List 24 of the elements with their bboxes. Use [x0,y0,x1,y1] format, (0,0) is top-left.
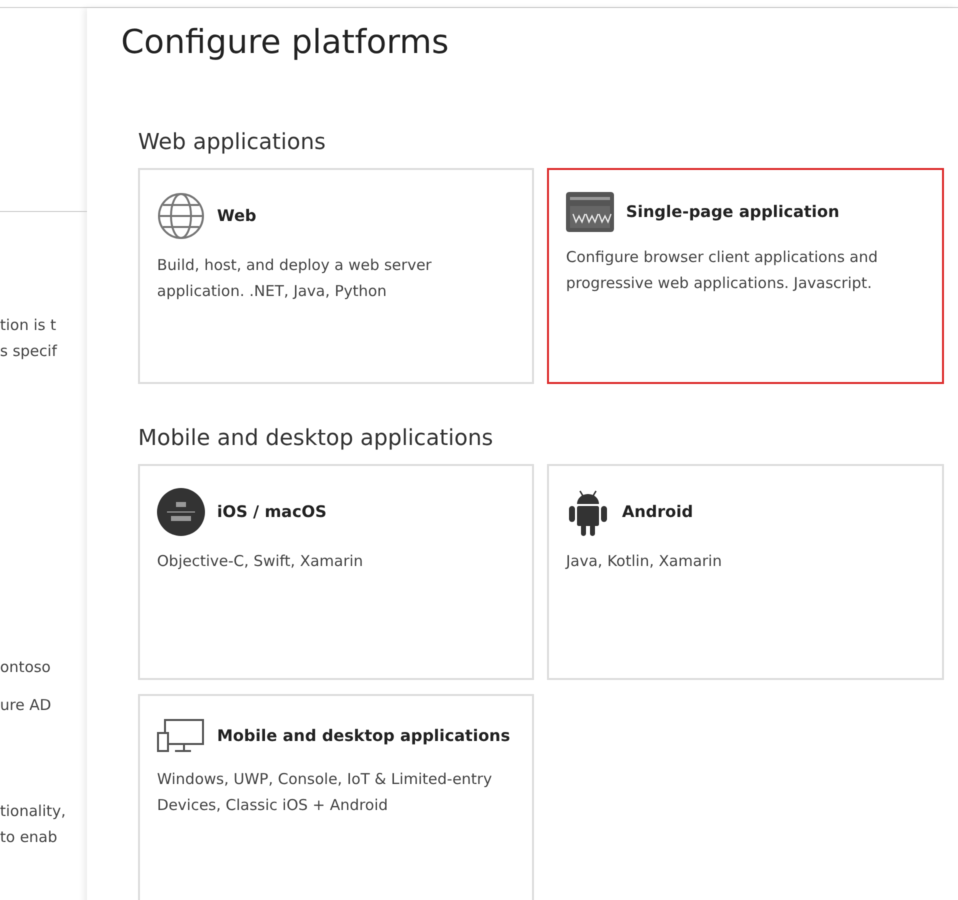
panel-title: Configure platforms [121,22,450,62]
platform-description: Configure browser client applications and progressive web applications. Javascript. [566,246,879,294]
section-heading: Web applications [138,130,327,156]
platform-card[interactable]: Single-page application Configure browser client applications and progressive web applications. Javascript. [547,168,944,384]
background-text: tion is t [0,315,58,336]
background-text: ontoso [0,657,52,678]
background-text: s specif [0,341,58,362]
platform-name: iOS / macOS [217,501,327,524]
platform-card[interactable]: iOS / macOS Objective-C, Swift, Xamarin [138,464,534,680]
section-heading: Mobile and desktop applications [138,426,494,452]
platform-name: Android [622,501,694,524]
platform-name: Mobile and desktop applications [217,725,510,748]
platform-description: Objective-C, Swift, Xamarin [157,551,364,572]
background-text: tionality, [0,801,67,822]
background-text: ure AD [0,695,52,716]
platform-card[interactable]: Web Build, host, and deploy a web server application. .NET, Java, Python [138,168,534,384]
platform-name: Single-page application [626,200,840,223]
background-text: to enab [0,827,58,848]
platform-description: Java, Kotlin, Xamarin [566,551,723,572]
platform-name: Web [217,204,256,227]
platform-card[interactable]: Android Java, Kotlin, Xamarin [547,464,944,680]
platform-card[interactable]: Mobile and desktop applications Windows, UWP, Console, IoT & Limited-entry Devices, Classic iOS + Android [138,694,534,900]
platform-description: Build, host, and deploy a web server application. .NET, Java, Python [157,254,433,302]
platform-description: Windows, UWP, Console, IoT & Limited-entry Devices, Classic iOS + Android [157,769,493,816]
